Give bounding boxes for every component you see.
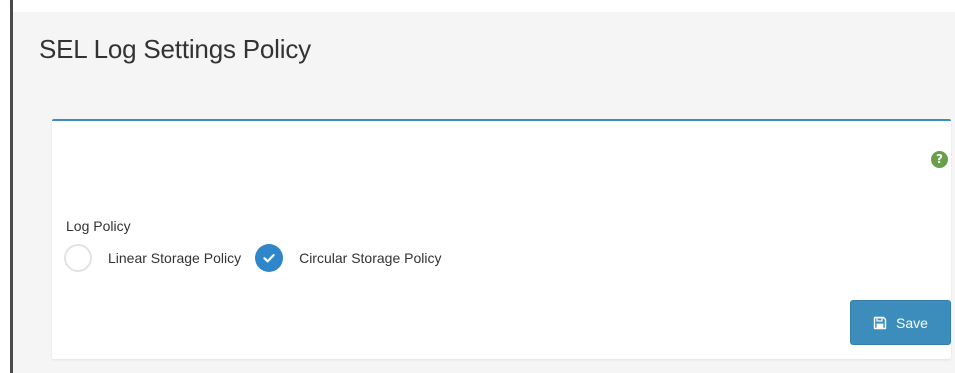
radio-option-linear-storage[interactable]: Linear Storage Policy [64,244,241,272]
save-button-label: Save [896,314,928,331]
checkmark-icon [263,254,275,263]
help-question-icon[interactable]: ? [931,151,948,168]
radio-label-linear-storage: Linear Storage Policy [108,250,242,266]
save-button[interactable]: Save [850,300,951,345]
radio-checked-icon[interactable] [255,244,284,272]
log-policy-label: Log Policy [66,218,131,234]
radio-option-circular-storage[interactable]: Circular Storage Policy [255,244,441,272]
settings-panel: ? Log Policy Linear Storage Policy Circu… [52,119,951,359]
radio-label-circular-storage: Circular Storage Policy [299,250,442,266]
floppy-disk-icon [873,316,887,329]
radio-unchecked-icon[interactable] [64,244,92,272]
log-policy-radio-group: Linear Storage Policy Circular Storage P… [64,242,441,274]
page-title: SEL Log Settings Policy [39,34,311,64]
content-area: SEL Log Settings Policy ? Log Policy Lin… [13,12,955,373]
